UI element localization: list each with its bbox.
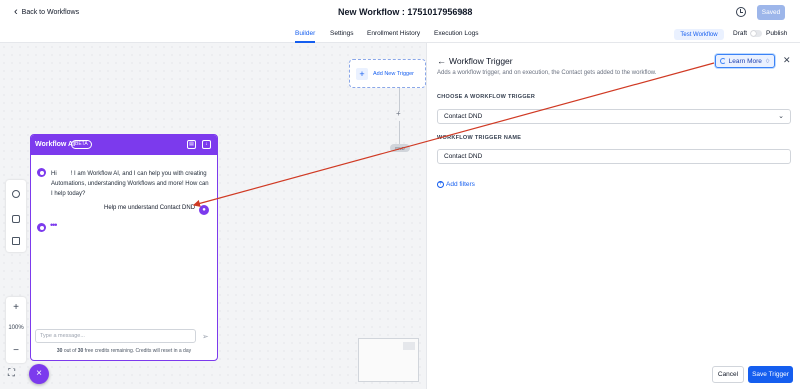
history-icon[interactable]: ▤ — [187, 140, 196, 149]
learn-more-button[interactable]: Learn More ♢ — [715, 54, 775, 68]
saved-button[interactable]: Saved — [757, 5, 785, 20]
zoom-controls: + 100% − — [6, 297, 26, 363]
typing-indicator: ••• — [50, 220, 58, 230]
chevron-down-icon: ⌄ — [778, 113, 784, 120]
user-avatar-icon: ● — [199, 205, 209, 215]
panel-subtitle: Adds a workflow trigger, and on executio… — [437, 70, 657, 76]
ai-panel-header: Workflow AI BETA ▤ ↓ — [31, 135, 217, 155]
publish-toggle[interactable] — [750, 30, 762, 37]
edit-title-pencil-icon[interactable]: ✎ — [457, 7, 465, 18]
panel-title: Workflow Trigger — [449, 56, 513, 66]
learn-more-label: Learn More — [728, 57, 762, 65]
add-trigger-label: Add New Trigger — [373, 70, 414, 77]
back-label: Back to Workflows — [21, 9, 80, 16]
publish-label: Publish — [766, 30, 788, 37]
trigger-name-input[interactable] — [437, 149, 791, 164]
loading-spinner-icon — [719, 58, 726, 64]
tab-builder[interactable]: Builder — [295, 30, 315, 37]
minimap-viewport — [403, 342, 415, 350]
selected-trigger: Contact DND — [444, 113, 483, 120]
end-node: END — [390, 144, 410, 152]
cancel-button[interactable]: Cancel — [712, 366, 744, 383]
greeting-prefix: Hi — [51, 171, 57, 177]
tab-settings[interactable]: Settings — [330, 30, 354, 37]
ai-greeting-message: Hi! I am Workflow AI, and I can help you… — [51, 169, 211, 199]
add-filters-label: Add filters — [446, 181, 475, 188]
lightbulb-icon: ♢ — [764, 58, 771, 65]
bot-avatar-icon — [37, 168, 46, 177]
download-icon[interactable]: ↓ — [202, 140, 211, 149]
credits-remaining: 30 out of 30 free credits remaining. Cre… — [31, 348, 217, 354]
pie-chart-icon[interactable] — [12, 190, 20, 198]
plus-icon: + — [356, 67, 368, 80]
close-icon[interactable]: ✕ — [783, 55, 791, 66]
workflow-title: New Workflow : 1751017956988 — [338, 7, 473, 17]
trigger-select[interactable]: Contact DND ⌄ — [437, 109, 791, 124]
send-icon[interactable]: ➢ — [202, 332, 209, 341]
comment-icon[interactable] — [12, 215, 20, 223]
zoom-in-button[interactable]: + — [6, 302, 26, 313]
plus-circle-icon: + — [437, 181, 444, 188]
ai-message-input[interactable] — [35, 329, 196, 343]
user-message: Help me understand Contact DND — [104, 205, 196, 211]
beta-badge: BETA — [71, 140, 92, 149]
test-workflow-button[interactable]: Test Workflow — [674, 29, 724, 40]
bot-avatar-icon — [37, 223, 46, 232]
zoom-level: 100% — [8, 325, 24, 331]
back-to-workflows-link[interactable]: ‹ Back to Workflows — [14, 6, 80, 18]
add-new-trigger-node[interactable]: + Add New Trigger — [349, 59, 426, 88]
connector-line — [399, 121, 400, 144]
tabs-bar: Builder Settings Enrollment History Exec… — [0, 26, 800, 43]
greeting-text: ! I am Workflow AI, and I can help you w… — [51, 171, 209, 197]
trigger-settings-panel: ← Workflow Trigger Adds a workflow trigg… — [426, 43, 800, 389]
close-ai-fab-button[interactable]: × — [29, 364, 49, 384]
minimap[interactable] — [358, 338, 419, 382]
choose-trigger-label: CHOOSE A WORKFLOW TRIGGER — [437, 94, 536, 100]
zoom-out-button[interactable]: − — [6, 345, 26, 356]
tab-execution-logs[interactable]: Execution Logs — [434, 30, 478, 37]
panel-footer: Cancel Save Trigger — [427, 357, 800, 389]
canvas-side-toolbar — [6, 180, 26, 252]
add-action-plus-icon[interactable]: + — [396, 109, 401, 118]
draft-label: Draft — [733, 30, 748, 37]
credits-mid-text: out of — [62, 348, 78, 354]
back-arrow-icon[interactable]: ← — [437, 56, 446, 66]
tab-enrollment-history[interactable]: Enrollment History — [367, 30, 420, 37]
fit-to-screen-icon[interactable]: ⛶ — [8, 368, 19, 379]
workflow-ai-panel: Workflow AI BETA ▤ ↓ Hi! I am Workflow A… — [30, 134, 218, 361]
chevron-left-icon: ‹ — [14, 6, 18, 18]
save-trigger-button[interactable]: Save Trigger — [748, 366, 793, 383]
top-header: ‹ Back to Workflows New Workflow : 17510… — [0, 0, 800, 26]
history-clock-icon[interactable] — [736, 7, 746, 17]
trigger-name-label: WORKFLOW TRIGGER NAME — [437, 135, 522, 141]
note-icon[interactable] — [12, 237, 20, 245]
credits-end-text: free credits remaining. Credits will res… — [83, 348, 192, 354]
add-filters-link[interactable]: + Add filters — [437, 181, 475, 188]
ai-panel-title: Workflow AI — [35, 141, 76, 148]
